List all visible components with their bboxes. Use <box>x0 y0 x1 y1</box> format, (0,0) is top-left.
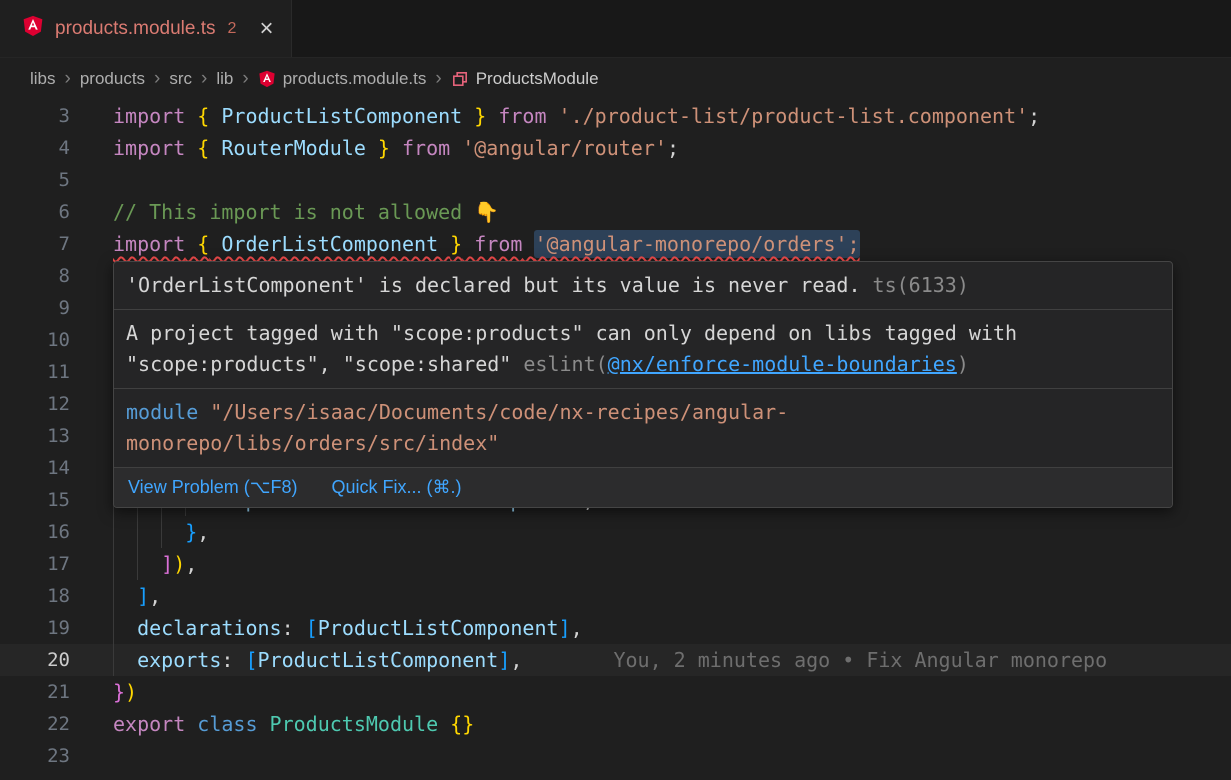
line-content: import { RouterModule } from '@angular/r… <box>113 132 1231 164</box>
line-content: ]), <box>113 548 1231 580</box>
code-line-3[interactable]: 3 import { ProductListComponent } from '.… <box>0 100 1231 132</box>
line-number: 19 <box>0 612 70 644</box>
breadcrumb-item-src[interactable]: src <box>169 69 192 89</box>
line-content: exports: [ProductListComponent],You, 2 m… <box>113 644 1231 676</box>
line-number: 16 <box>0 516 70 548</box>
class-icon <box>451 70 469 88</box>
eslint-rule-link[interactable]: @nx/enforce-module-boundaries <box>608 352 957 376</box>
line-content: declarations: [ProductListComponent], <box>113 612 1231 644</box>
hover-ts-diagnostic: 'OrderListComponent' is declared but its… <box>114 262 1172 310</box>
line-content <box>113 740 1231 772</box>
line-number: 11 <box>0 356 70 388</box>
line-number: 8 <box>0 260 70 292</box>
code-editor[interactable]: 3 import { ProductListComponent } from '.… <box>0 100 1231 780</box>
hover-range-highlight: '@angular-monorepo/orders'; <box>534 230 859 258</box>
vscode-window: products.module.ts 2 × libs › products › src… <box>0 0 1231 780</box>
line-content: ], <box>113 580 1231 612</box>
tab-products-module-ts[interactable]: products.module.ts 2 × <box>0 0 292 57</box>
breadcrumb-item-products[interactable]: products <box>80 69 145 89</box>
line-number: 13 <box>0 420 70 452</box>
code-line-4[interactable]: 4 import { RouterModule } from '@angular/… <box>0 132 1231 164</box>
line-number: 21 <box>0 676 70 708</box>
breadcrumb-separator: › <box>154 68 160 90</box>
angular-icon <box>22 15 44 37</box>
indent-guide <box>113 516 114 548</box>
line-content: import { OrderListComponent } from '@ang… <box>113 228 1231 260</box>
code-line-7[interactable]: 7 import { OrderListComponent } from '@an… <box>0 228 1231 260</box>
hover-eslint-diagnostic: A project tagged with "scope:products" c… <box>114 310 1172 389</box>
line-content <box>113 164 1231 196</box>
tab-close-icon[interactable]: × <box>259 17 273 41</box>
line-number: 17 <box>0 548 70 580</box>
hover-sections: 'OrderListComponent' is declared but its… <box>114 262 1172 468</box>
line-number: 12 <box>0 388 70 420</box>
line-number: 7 <box>0 228 70 260</box>
breadcrumb-items: libs › products › src › lib › products.module.ts… <box>30 68 599 90</box>
view-problem-action[interactable]: View Problem (⌥F8) <box>128 477 297 498</box>
hover-widget: 'OrderListComponent' is declared but its… <box>113 261 1173 508</box>
angular-file-icon <box>22 15 44 42</box>
line-number: 3 <box>0 100 70 132</box>
breadcrumb-item-products-module-ts[interactable]: products.module.ts <box>258 69 427 89</box>
code-line-16[interactable]: 16 }, <box>0 516 1231 548</box>
line-number: 4 <box>0 132 70 164</box>
breadcrumb-item-libs[interactable]: libs <box>30 69 56 89</box>
line-content: }, <box>113 516 1231 548</box>
indent-guide <box>113 612 114 644</box>
line-number: 18 <box>0 580 70 612</box>
hover-status-bar: View Problem (⌥F8) Quick Fix... (⌘.) <box>114 468 1172 507</box>
indent-guide <box>137 548 138 580</box>
code-line-20[interactable]: 20 exports: [ProductListComponent],You, … <box>0 644 1231 676</box>
git-blame-annotation: You, 2 minutes ago • Fix Angular monorep… <box>613 648 1107 672</box>
hover-module-info: module "/Users/isaac/Documents/code/nx-r… <box>114 389 1172 468</box>
indent-guide <box>137 516 138 548</box>
indent-guide <box>113 580 114 612</box>
line-number: 9 <box>0 292 70 324</box>
code-line-18[interactable]: 18 ], <box>0 580 1231 612</box>
code-line-17[interactable]: 17 ]), <box>0 548 1231 580</box>
breadcrumb-separator: › <box>65 68 71 90</box>
line-content: // This import is not allowed 👇 <box>113 196 1231 228</box>
breadcrumb-separator: › <box>201 68 207 90</box>
breadcrumb-item-productsmodule[interactable]: ProductsModule <box>451 69 599 89</box>
tab-filename: products.module.ts <box>55 18 216 40</box>
line-number: 23 <box>0 740 70 772</box>
tab-problems-badge: 2 <box>228 20 237 38</box>
line-number: 22 <box>0 708 70 740</box>
breadcrumb-separator: › <box>242 68 248 90</box>
code-line-22[interactable]: 22 export class ProductsModule {} <box>0 708 1231 740</box>
indent-guide <box>161 516 162 548</box>
code-line-23[interactable]: 23 <box>0 740 1231 772</box>
line-number: 14 <box>0 452 70 484</box>
line-number: 10 <box>0 324 70 356</box>
quick-fix-action[interactable]: Quick Fix... (⌘.) <box>331 477 461 498</box>
code-line-21[interactable]: 21}) <box>0 676 1231 708</box>
breadcrumb: libs › products › src › lib › products.module.ts… <box>0 58 1231 100</box>
code-line-5[interactable]: 5 <box>0 164 1231 196</box>
line-number: 15 <box>0 484 70 516</box>
line-content: import { ProductListComponent } from './… <box>113 100 1231 132</box>
line-number: 20 <box>0 644 70 676</box>
angular-icon <box>258 70 276 88</box>
line-number: 5 <box>0 164 70 196</box>
line-number: 6 <box>0 196 70 228</box>
indent-guide <box>113 644 114 676</box>
line-content: }) <box>113 676 1231 708</box>
error-squiggle: import { OrderListComponent } from '@ang… <box>113 230 860 258</box>
indent-guide <box>113 548 114 580</box>
code-line-6[interactable]: 6 // This import is not allowed 👇 <box>0 196 1231 228</box>
editor-tab-bar: products.module.ts 2 × <box>0 0 1231 58</box>
line-content: export class ProductsModule {} <box>113 708 1231 740</box>
code-line-19[interactable]: 19 declarations: [ProductListComponent], <box>0 612 1231 644</box>
breadcrumb-separator: › <box>435 68 441 90</box>
breadcrumb-item-lib[interactable]: lib <box>216 69 233 89</box>
